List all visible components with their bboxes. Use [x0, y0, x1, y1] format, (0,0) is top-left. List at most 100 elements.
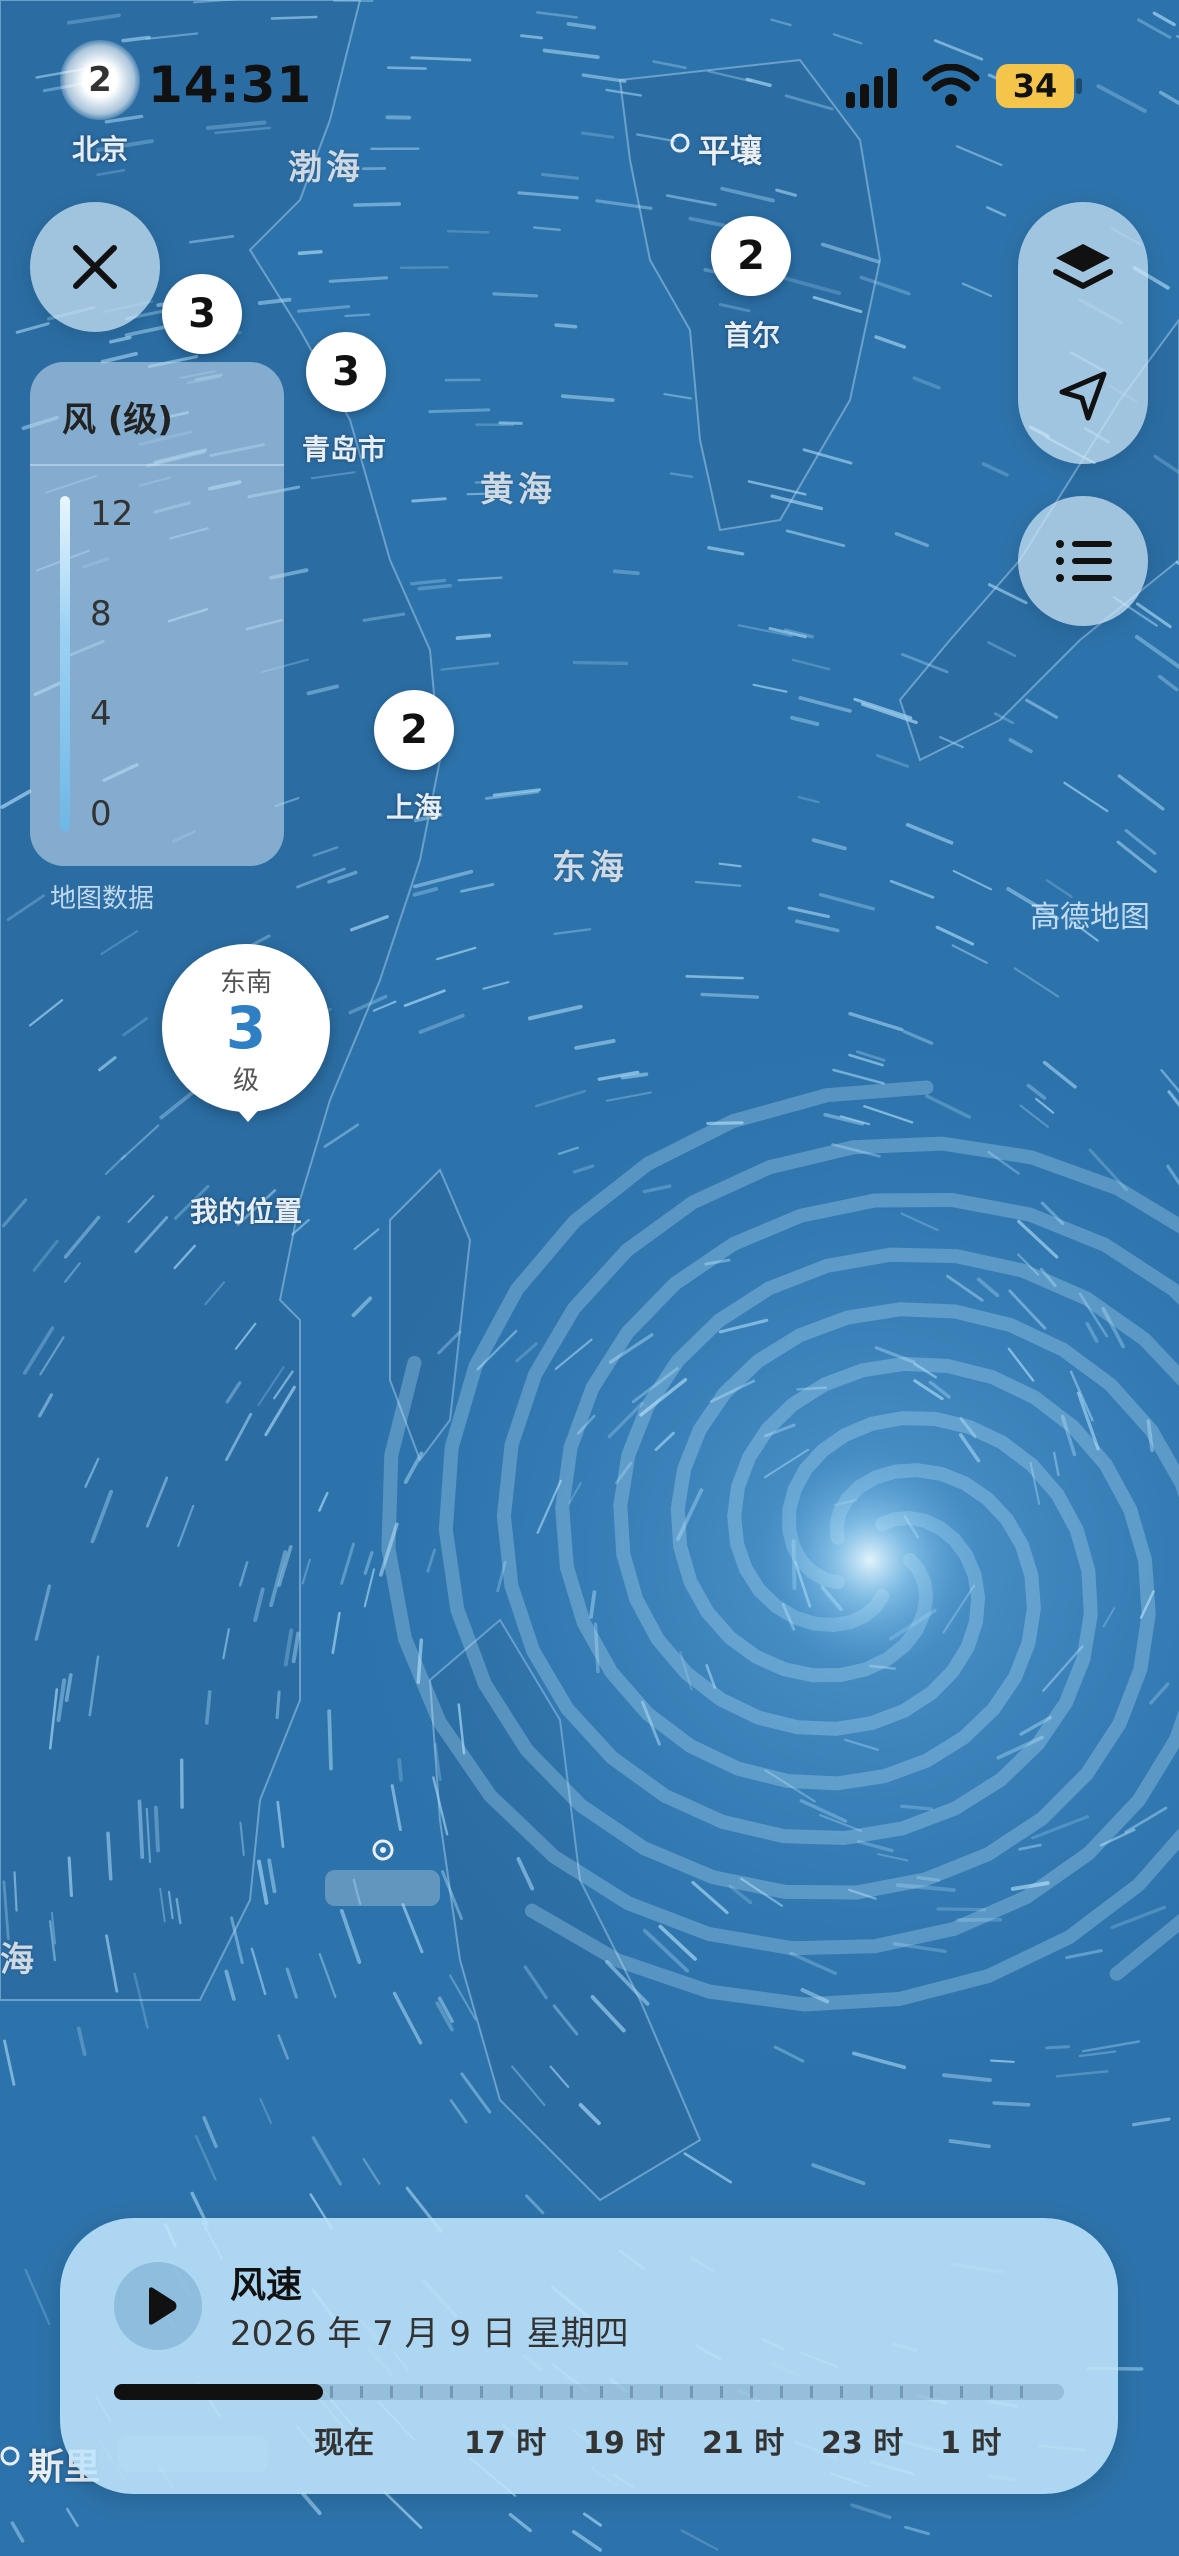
close-button[interactable]	[30, 202, 160, 332]
forecast-date: 2026 年 7 月 9 日 星期四	[230, 2314, 629, 2354]
city-label-qingdao: 青岛市	[302, 433, 387, 466]
timeline-tick	[720, 2386, 723, 2398]
battery-indicator: 34	[996, 64, 1074, 108]
wind-badge-shanghai[interactable]: 2	[374, 690, 454, 770]
city-label-seoul: 首尔	[724, 319, 781, 352]
sea-label-left-edge: 海	[0, 1940, 38, 1980]
amap-credit: 高德地图	[1030, 900, 1150, 935]
layer-title: 风速	[230, 2265, 303, 2306]
close-icon	[73, 245, 117, 289]
timeline-tick	[960, 2386, 963, 2398]
legend-tick: 4	[90, 694, 112, 734]
timeline-tick	[630, 2386, 633, 2398]
wind-streak	[992, 2101, 1031, 2107]
time-label: 23 时	[821, 2426, 904, 2461]
timeline-tick	[900, 2386, 903, 2398]
wind-streak	[327, 1709, 333, 1771]
sea-label-east-sea: 东海	[552, 848, 628, 888]
sea-label-yellow-sea: 黄海	[480, 470, 556, 510]
wind-level: 3	[225, 994, 267, 1062]
wind-level-unit: 级	[232, 1066, 259, 1096]
location-list-button[interactable]	[1018, 496, 1148, 626]
legend-divider	[30, 464, 284, 466]
time-label: 现在	[314, 2426, 374, 2461]
city-label-shanghai: 上海	[386, 791, 443, 824]
timeline-tick	[480, 2386, 483, 2398]
timeline-tick	[810, 2386, 813, 2398]
wind-streak	[428, 408, 491, 414]
wind-badge-seoul[interactable]: 2	[711, 216, 791, 296]
legend-tick: 12	[90, 494, 134, 534]
wind-streak	[386, 66, 427, 70]
wind-streak	[492, 292, 539, 298]
layers-button[interactable]	[1018, 214, 1148, 324]
timeline-tick	[1020, 2386, 1023, 2398]
timeline-tick	[390, 2386, 393, 2398]
location-arrow-icon	[1059, 371, 1107, 421]
signal-icon	[846, 68, 897, 108]
timeline-tick	[510, 2386, 513, 2398]
city-label-pyongyang: 平壤	[698, 132, 763, 170]
city-label-beijing: 北京	[72, 133, 129, 166]
wind-streak	[270, 15, 318, 20]
my-location-button[interactable]	[1018, 340, 1148, 450]
wind-streak	[353, 202, 402, 207]
list-icon	[1056, 540, 1112, 582]
timeline-tick	[750, 2386, 753, 2398]
timeline-tick	[600, 2386, 603, 2398]
wind-streak	[297, 249, 323, 256]
legend-color-scale	[60, 496, 70, 832]
battery-cap	[1076, 78, 1082, 94]
timeline-tick	[330, 2386, 333, 2398]
status-time: 14:31	[148, 56, 313, 114]
typhoon-eye	[760, 1450, 980, 1670]
play-icon	[149, 2287, 177, 2325]
wind-streak	[554, 323, 578, 329]
blurred-city-label	[325, 1870, 440, 1906]
city-label-my-location: 我的位置	[190, 1195, 303, 1228]
wifi-icon	[922, 64, 980, 106]
wind-streak	[153, 1805, 160, 1853]
map-data-credit[interactable]: 地图数据	[50, 878, 154, 915]
play-button[interactable]	[114, 2262, 202, 2350]
timeline-tick	[840, 2386, 843, 2398]
timeline-tick	[870, 2386, 873, 2398]
timeline-progress[interactable]	[114, 2384, 323, 2400]
status-avatar: 2	[60, 40, 140, 120]
timeline-tick	[420, 2386, 423, 2398]
manila-marker-dot	[380, 1847, 386, 1853]
wind-streak	[399, 266, 449, 269]
timeline-tick	[660, 2386, 663, 2398]
legend-tick: 0	[90, 794, 112, 834]
wind-streak	[936, 1907, 987, 1912]
status-avatar-text: 2	[88, 60, 112, 100]
timeline-tick	[990, 2386, 993, 2398]
bubble-pointer	[234, 1106, 262, 1122]
timeline-tick	[540, 2386, 543, 2398]
my-location-wind-bubble[interactable]: 东南 3 级	[162, 944, 330, 1112]
sea-label-bohai: 渤海	[288, 148, 364, 188]
timeline-tick	[360, 2386, 363, 2398]
wind-streak	[572, 660, 629, 666]
time-label: 19 时	[583, 2426, 666, 2461]
wind-streak	[275, 1690, 281, 1720]
wind-badge-qingdao[interactable]: 3	[306, 332, 386, 412]
time-label: 21 时	[702, 2426, 785, 2461]
legend-title: 风 (级)	[62, 400, 173, 440]
timeline-tick	[570, 2386, 573, 2398]
wind-streak	[989, 2059, 1015, 2063]
wind-badge[interactable]: 3	[162, 274, 242, 354]
time-label: 1 时	[940, 2426, 1002, 2461]
legend-tick: 8	[90, 594, 112, 634]
wind-streak	[446, 229, 490, 234]
wind-streak	[612, 569, 640, 576]
wind-streak	[344, 313, 371, 318]
timeline-tick	[930, 2386, 933, 2398]
timeline-tick	[780, 2386, 783, 2398]
time-label: 17 时	[464, 2426, 547, 2461]
layers-icon	[1053, 244, 1113, 289]
wind-streak	[455, 633, 492, 641]
wind-streak	[685, 975, 744, 980]
wind-streak	[397, 1758, 404, 1782]
timeline-tick	[690, 2386, 693, 2398]
